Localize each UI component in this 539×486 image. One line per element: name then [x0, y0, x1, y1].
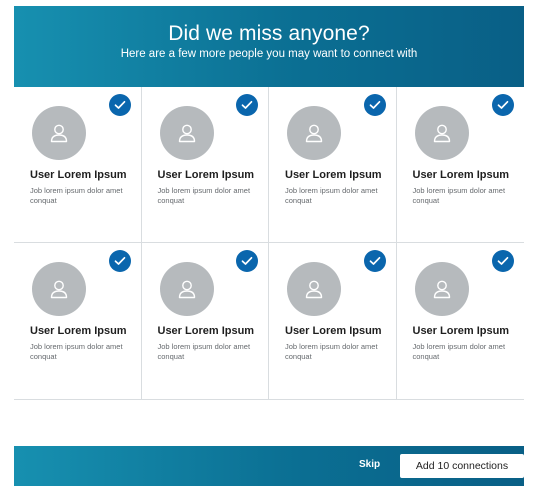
person-card[interactable]: User Lorem Ipsum Job lorem ipsum dolor a…: [141, 87, 269, 243]
person-silhouette-icon: [414, 262, 469, 316]
person-card[interactable]: User Lorem Ipsum Job lorem ipsum dolor a…: [269, 87, 397, 243]
add-connections-button[interactable]: Add 10 connections: [400, 454, 524, 478]
person-name: User Lorem Ipsum: [412, 325, 510, 337]
checkmark-icon[interactable]: [108, 94, 131, 116]
person-silhouette-icon: [32, 106, 86, 160]
page-subtitle: Here are a few more people you may want …: [120, 48, 418, 60]
checkmark-icon[interactable]: [236, 250, 258, 272]
header-banner: Did we miss anyone? Here are a few more …: [14, 6, 524, 87]
person-name: User Lorem Ipsum: [157, 169, 255, 181]
person-card[interactable]: User Lorem Ipsum Job lorem ipsum dolor a…: [396, 87, 524, 243]
skip-button[interactable]: Skip: [359, 459, 380, 470]
person-card[interactable]: User Lorem Ipsum Job lorem ipsum dolor a…: [269, 243, 397, 399]
person-job-title: Job lorem ipsum dolor amet conquat: [157, 186, 251, 205]
person-card[interactable]: User Lorem Ipsum Job lorem ipsum dolor a…: [14, 243, 142, 399]
person-name: User Lorem Ipsum: [412, 169, 510, 181]
person-silhouette-icon: [287, 262, 341, 316]
page-title: Did we miss anyone?: [168, 22, 370, 45]
person-silhouette-icon: [159, 106, 214, 160]
person-job-title: Job lorem ipsum dolor amet conquat: [157, 342, 251, 361]
person-job-title: Job lorem ipsum dolor amet conquat: [30, 342, 123, 361]
person-name: User Lorem Ipsum: [285, 169, 382, 181]
person-job-title: Job lorem ipsum dolor amet conquat: [412, 186, 506, 205]
person-silhouette-icon: [159, 262, 214, 316]
person-job-title: Job lorem ipsum dolor amet conquat: [285, 342, 378, 361]
footer-bar: Skip Add 10 connections: [14, 446, 524, 486]
person-silhouette-icon: [414, 106, 469, 160]
person-name: User Lorem Ipsum: [30, 325, 127, 337]
person-name: User Lorem Ipsum: [30, 169, 127, 181]
person-job-title: Job lorem ipsum dolor amet conquat: [412, 342, 506, 361]
person-silhouette-icon: [287, 106, 341, 160]
checkmark-icon[interactable]: [363, 250, 386, 272]
person-card[interactable]: User Lorem Ipsum Job lorem ipsum dolor a…: [14, 87, 142, 243]
person-card[interactable]: User Lorem Ipsum Job lorem ipsum dolor a…: [142, 243, 269, 399]
people-grid: User Lorem Ipsum Job lorem ipsum dolor a…: [14, 87, 524, 400]
checkmark-icon[interactable]: [492, 250, 514, 272]
checkmark-icon[interactable]: [236, 94, 258, 116]
checkmark-icon[interactable]: [363, 94, 386, 116]
person-silhouette-icon: [32, 262, 86, 316]
person-job-title: Job lorem ipsum dolor amet conquat: [285, 186, 378, 205]
person-name: User Lorem Ipsum: [157, 325, 255, 337]
person-name: User Lorem Ipsum: [285, 325, 382, 337]
checkmark-icon[interactable]: [492, 94, 514, 116]
checkmark-icon[interactable]: [108, 250, 131, 272]
person-job-title: Job lorem ipsum dolor amet conquat: [30, 186, 123, 205]
person-card[interactable]: User Lorem Ipsum Job lorem ipsum dolor a…: [397, 243, 525, 399]
